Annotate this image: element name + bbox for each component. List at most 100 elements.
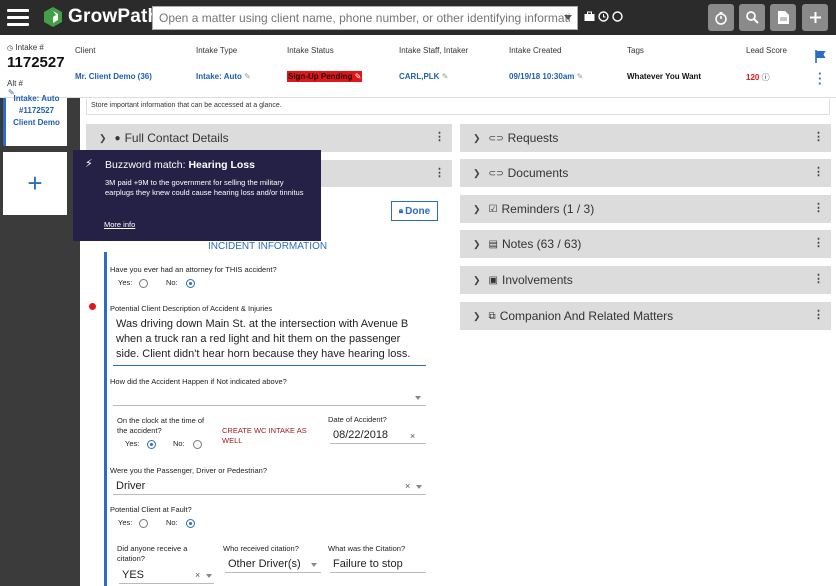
matter-card-type: Intake: Auto	[13, 94, 60, 103]
panel-companion[interactable]: ❯ ⧉ Companion And Related Matters ⋮	[460, 302, 831, 330]
panel-menu-icon[interactable]: ⋮	[813, 201, 824, 214]
circle-icon[interactable]	[612, 11, 623, 22]
plus-icon	[809, 12, 821, 23]
edit-icon[interactable]: ✎	[442, 72, 449, 81]
required-indicator	[89, 303, 96, 310]
chevron-down-icon[interactable]	[415, 396, 421, 400]
chevron-down-icon[interactable]	[311, 563, 317, 567]
lead-score-value: 120 ⓘ	[746, 73, 770, 82]
staff-label: Intake Staff, Intaker	[399, 46, 469, 55]
create-wc-intake-link[interactable]: CREATE WC INTAKE AS WELL	[222, 426, 312, 446]
panel-menu-icon[interactable]: ⋮	[813, 236, 824, 249]
flag-icon[interactable]	[815, 50, 827, 63]
panel-menu-icon[interactable]: ⋮	[813, 308, 824, 321]
plus-icon: +	[27, 168, 43, 198]
yes-label: Yes:	[125, 439, 140, 448]
stopwatch-icon	[715, 11, 727, 25]
document-button[interactable]	[770, 4, 796, 31]
panel-documents[interactable]: ❯ ⊂⊃ Documents ⋮	[460, 159, 831, 187]
lock-icon: 🔒︎	[398, 206, 404, 215]
panel-label: Full Contact Details	[124, 131, 229, 145]
app-logo[interactable]: GrowPath	[42, 6, 159, 28]
edit-icon[interactable]: ✎	[577, 72, 584, 81]
role-select[interactable]: Driver	[113, 478, 426, 495]
edit-icon[interactable]: ✎	[355, 72, 362, 81]
panel-requests[interactable]: ❯ ⊂⊃ Requests ⋮	[460, 124, 831, 152]
menu-icon[interactable]	[7, 9, 29, 26]
clock-yes-radio[interactable]	[147, 440, 156, 449]
tooltip-title-keyword: Hearing Loss	[188, 159, 255, 171]
tags-value[interactable]: Whatever You Want	[627, 72, 701, 81]
panel-label: Reminders (1 / 3)	[501, 202, 595, 216]
panel-notes[interactable]: ❯ ▤ Notes (63 / 63) ⋮	[460, 230, 831, 258]
intake-type-value[interactable]: Intake: Auto ✎	[196, 72, 251, 81]
no-label: No:	[166, 518, 178, 527]
more-info-link[interactable]: More info	[104, 220, 135, 230]
staff-value[interactable]: CARL,PLK ✎	[399, 72, 448, 81]
chevron-right-icon: ❯	[473, 167, 481, 178]
who-select[interactable]: Other Driver(s)	[225, 556, 321, 573]
intake-status-label: Intake Status	[287, 46, 334, 55]
created-value[interactable]: 09/19/18 10:30am ✎	[509, 72, 583, 81]
more-options-icon[interactable]: · · ·	[818, 67, 822, 90]
clock-icon[interactable]	[598, 11, 609, 22]
matter-card-active[interactable]: Intake: Auto #1172527 Client Demo	[3, 94, 67, 146]
new-matter-button[interactable]: +	[3, 152, 67, 215]
clear-icon[interactable]: ×	[405, 481, 410, 491]
panel-full-contact-details[interactable]: ❯ ● Full Contact Details ⋮	[86, 124, 452, 152]
panel-menu-icon[interactable]: ⋮	[434, 166, 445, 179]
citation-question: Did anyone receive a citation?	[117, 544, 188, 563]
panel-menu-icon[interactable]: ⋮	[813, 165, 824, 178]
fault-yes-radio[interactable]	[139, 519, 148, 528]
section-title: INCIDENT INFORMATION	[208, 241, 328, 252]
matter-card-client: Client Demo	[13, 118, 60, 127]
briefcase-icon[interactable]	[584, 11, 595, 22]
fault-no-radio[interactable]	[186, 519, 195, 528]
intake-number: 1172527	[7, 54, 65, 71]
fault-question: Potential Client at Fault?	[110, 505, 192, 514]
lightning-icon: ⚡︎	[85, 158, 93, 170]
attorney-yes-radio[interactable]	[139, 279, 148, 288]
chevron-down-icon[interactable]	[416, 485, 422, 489]
timer-button[interactable]	[708, 4, 734, 31]
attorney-no-radio[interactable]	[186, 279, 195, 288]
client-label: Client	[75, 46, 96, 55]
chevron-right-icon: ❯	[473, 203, 481, 214]
panel-menu-icon[interactable]: ⋮	[434, 130, 445, 143]
no-label: No:	[173, 439, 185, 448]
panel-menu-icon[interactable]: ⋮	[813, 130, 824, 143]
done-label: Done	[405, 205, 431, 217]
clear-icon[interactable]: ×	[195, 570, 200, 580]
growpath-logo-icon	[44, 7, 62, 27]
search-icon	[745, 11, 759, 24]
info-icon[interactable]: ⓘ	[762, 73, 770, 82]
alt-label: Alt #	[7, 79, 24, 88]
intake-label: ◷ Intake #	[7, 43, 44, 52]
panel-menu-icon[interactable]: ⋮	[813, 272, 824, 285]
panel-label: Documents	[507, 166, 569, 180]
tooltip-title-prefix: Buzzword match:	[105, 159, 189, 171]
clock-no-radio[interactable]	[193, 440, 202, 449]
description-textarea[interactable]: Was driving down Main St. at the interse…	[113, 315, 426, 366]
chevron-down-icon[interactable]	[564, 15, 572, 20]
what-input[interactable]: Failure to stop	[330, 556, 426, 573]
search-input[interactable]	[152, 6, 578, 30]
how-select[interactable]	[113, 389, 426, 406]
clear-icon[interactable]: ×	[410, 431, 415, 441]
role-question: Were you the Passenger, Driver or Pedest…	[110, 466, 268, 475]
intake-type-label: Intake Type	[196, 46, 238, 55]
tags-label: Tags	[627, 46, 644, 55]
lead-score-label: Lead Score	[746, 46, 787, 55]
section-rule	[104, 252, 107, 586]
search-button[interactable]	[739, 4, 765, 31]
panel-involvements[interactable]: ❯ ▣ Involvements ⋮	[460, 266, 831, 294]
chevron-down-icon[interactable]	[206, 574, 212, 578]
client-link[interactable]: Mr. Client Demo (36)	[75, 72, 152, 81]
status-badge[interactable]: Sign-Up Pending ✎	[287, 71, 363, 82]
panel-reminders[interactable]: ❯ ☑ Reminders (1 / 3) ⋮	[460, 195, 831, 223]
app-name: GrowPath	[68, 6, 160, 27]
edit-icon[interactable]: ✎	[244, 72, 251, 81]
tooltip-body: 3M paid +9M to the government for sellin…	[105, 178, 304, 197]
add-button[interactable]	[802, 4, 828, 31]
done-button[interactable]: 🔒︎ Done	[391, 201, 438, 221]
